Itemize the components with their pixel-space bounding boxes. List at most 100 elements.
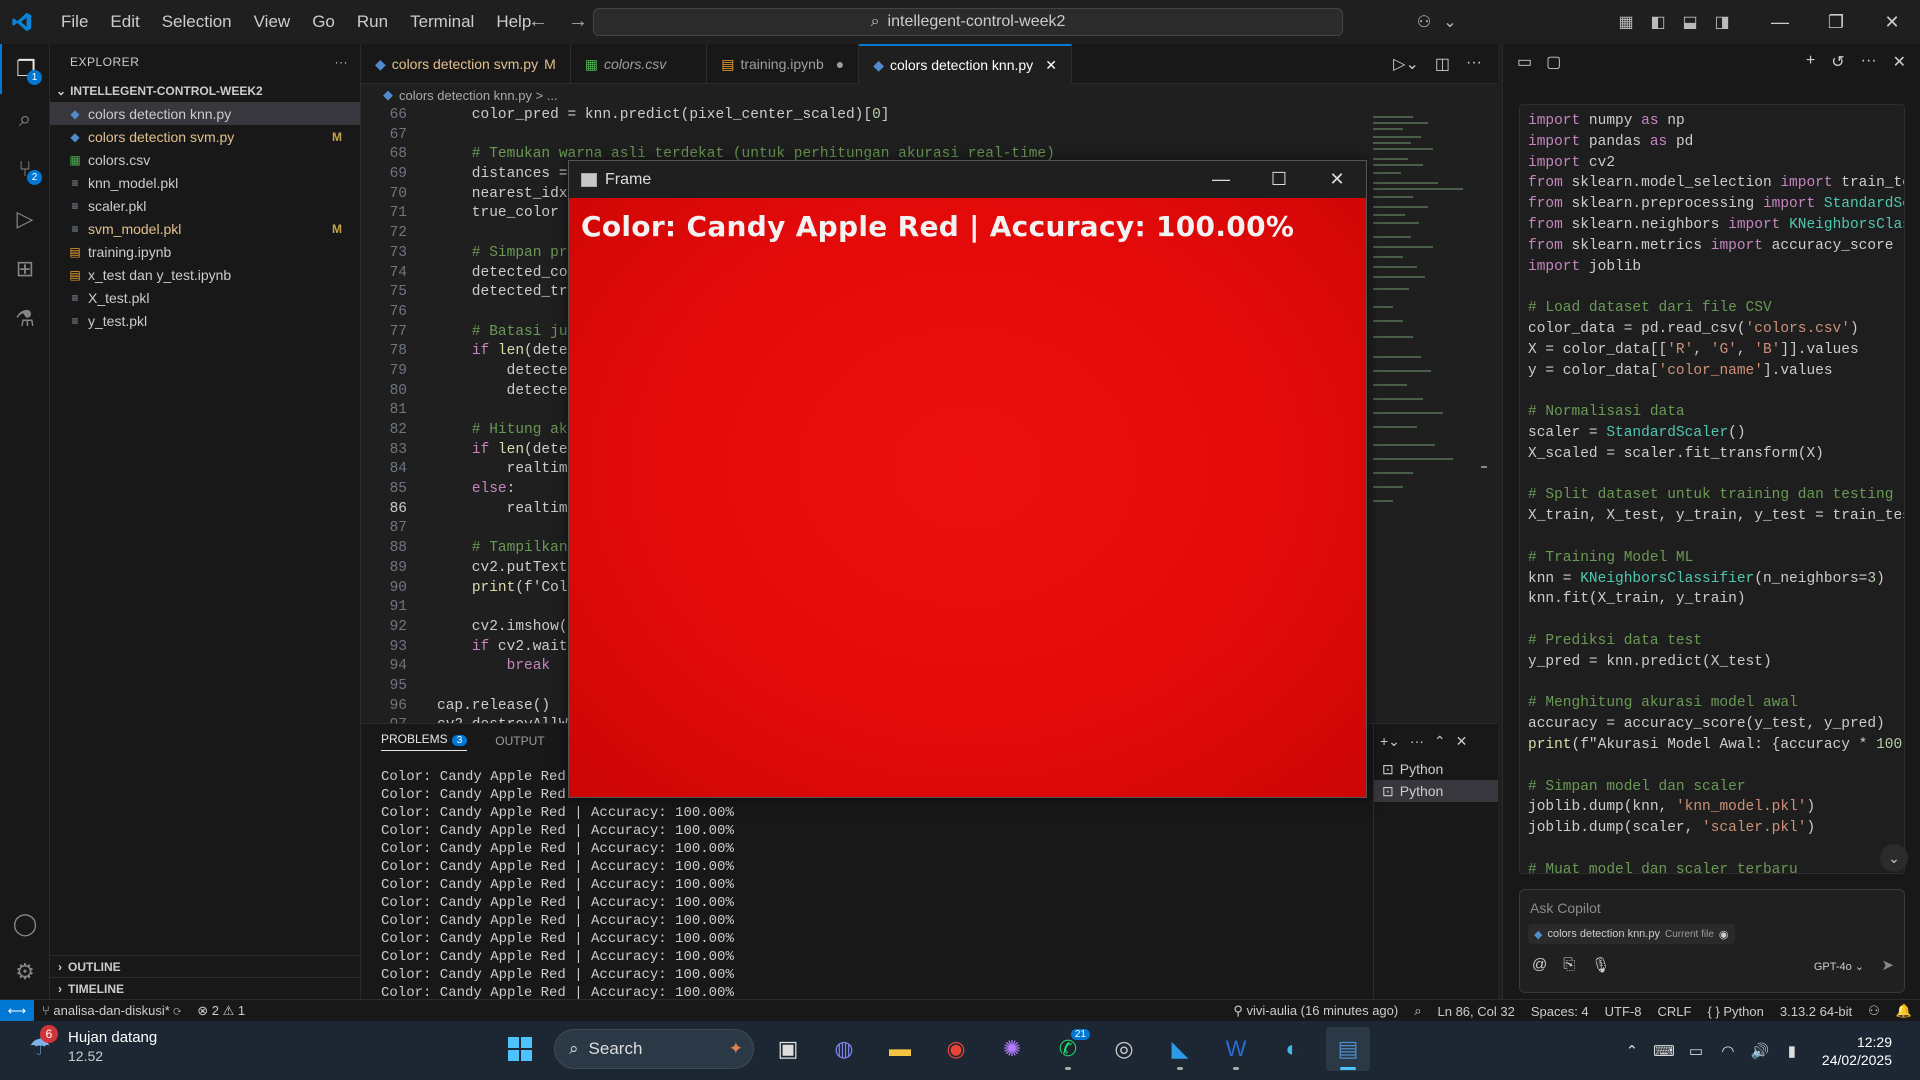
language-mode[interactable]: { } Python: [1699, 1004, 1771, 1019]
frame-titlebar[interactable]: Frame — ☐ ✕: [569, 161, 1366, 198]
frame-minimize-button[interactable]: —: [1192, 161, 1250, 198]
git-blame-item[interactable]: ⚲ vivi-aulia (16 minutes ago): [1225, 1003, 1406, 1019]
branch-item[interactable]: ⑂ analisa-dan-diskusi* ⟳: [34, 1003, 189, 1018]
end-of-line[interactable]: CRLF: [1650, 1004, 1700, 1019]
menu-terminal[interactable]: Terminal: [399, 12, 485, 32]
outline-section[interactable]: › OUTLINE: [50, 955, 361, 977]
edits-icon[interactable]: ▢: [1546, 52, 1561, 72]
new-chat-icon[interactable]: +: [1806, 52, 1815, 72]
timeline-section[interactable]: › TIMELINE: [50, 977, 361, 999]
menu-file[interactable]: File: [50, 12, 99, 32]
ask-copilot-input[interactable]: Ask Copilot ◆ colors detection knn.py Curr…: [1519, 889, 1905, 993]
vscode-taskbar-icon[interactable]: ◣: [1158, 1027, 1202, 1071]
terminal-python-1[interactable]: ⊡ Python: [1374, 758, 1498, 780]
encoding[interactable]: UTF-8: [1597, 1004, 1650, 1019]
context-file-chip[interactable]: ◆ colors detection knn.py Current file ◉: [1528, 924, 1735, 944]
send-icon[interactable]: ➤: [1881, 956, 1894, 974]
display-icon[interactable]: ▭: [1680, 1042, 1712, 1060]
explorer-icon[interactable]: ❐ 1: [0, 44, 50, 94]
maximize-panel-icon[interactable]: ⌃: [1434, 733, 1446, 750]
volume-icon[interactable]: 🔊: [1744, 1042, 1776, 1060]
split-editor-icon[interactable]: ◫: [1435, 54, 1450, 74]
copilot-app-icon[interactable]: ✺: [990, 1027, 1034, 1071]
chat-icon[interactable]: ▭: [1517, 52, 1532, 72]
word-icon[interactable]: W: [1214, 1027, 1258, 1071]
minimap[interactable]: [1361, 106, 1487, 726]
source-control-icon[interactable]: ⑂ 2: [0, 144, 50, 194]
zoom-icon[interactable]: ⌕: [1406, 1003, 1429, 1019]
wifi-icon[interactable]: ◠: [1712, 1042, 1744, 1060]
chevron-down-icon[interactable]: ⌄: [1440, 12, 1460, 32]
model-selector[interactable]: GPT-4o ⌄: [1814, 960, 1864, 973]
mention-icon[interactable]: @: [1532, 956, 1547, 974]
accounts-icon[interactable]: ◯: [0, 899, 50, 949]
notifications-icon[interactable]: 🔔: [1888, 1003, 1920, 1019]
show-hidden-icons-icon[interactable]: ⌃: [1616, 1042, 1648, 1060]
file-item[interactable]: ≡ X_test.pkl: [50, 286, 360, 309]
tab-svm[interactable]: ◆ colors detection svm.py M: [361, 44, 571, 84]
vpn-icon[interactable]: ◎: [1102, 1027, 1146, 1071]
frame-maximize-button[interactable]: ☐: [1250, 161, 1308, 198]
close-button[interactable]: ✕: [1864, 12, 1920, 33]
file-item[interactable]: ≡ y_test.pkl: [50, 309, 360, 332]
file-item[interactable]: ◆ colors detection knn.py: [50, 102, 360, 125]
cursor-position[interactable]: Ln 86, Col 32: [1430, 1004, 1523, 1019]
copilot-icon[interactable]: ⚇: [1408, 12, 1440, 32]
minimize-button[interactable]: —: [1752, 12, 1808, 33]
toggle-sidebar-icon[interactable]: ◧: [1642, 12, 1674, 32]
tab-close-icon[interactable]: ✕: [1045, 57, 1057, 74]
breadcrumb[interactable]: ◆ colors detection knn.py > ...: [361, 84, 1498, 106]
back-arrow-icon[interactable]: ←: [528, 10, 548, 33]
edge-icon[interactable]: ◐: [1270, 1027, 1314, 1071]
close-panel-icon[interactable]: ✕: [1456, 733, 1468, 750]
whatsapp-icon[interactable]: ✆ 21: [1046, 1027, 1090, 1071]
taskbar-search[interactable]: ⌕ Search ✦: [554, 1029, 754, 1069]
more-actions-icon[interactable]: ···: [335, 55, 349, 69]
testing-icon[interactable]: ⚗: [0, 294, 50, 344]
file-item[interactable]: ▦ colors.csv: [50, 148, 360, 171]
chrome-icon[interactable]: ◉: [934, 1027, 978, 1071]
close-icon[interactable]: ✕: [1893, 52, 1906, 72]
more-actions-icon[interactable]: ···: [1861, 52, 1877, 72]
python-interpreter[interactable]: 3.13.2 64-bit: [1772, 1004, 1860, 1019]
tab-colors-csv[interactable]: ▦ colors.csv: [571, 44, 708, 84]
file-item[interactable]: ≡ knn_model.pkl: [50, 171, 360, 194]
frame-close-button[interactable]: ✕: [1308, 161, 1366, 198]
attach-icon[interactable]: ⎘: [1563, 956, 1575, 974]
copilot-code-block[interactable]: import numpy as np import pandas as pd imp…: [1519, 104, 1905, 874]
microphone-icon[interactable]: 🎙: [1591, 956, 1610, 974]
indentation[interactable]: Spaces: 4: [1523, 1004, 1597, 1019]
eye-icon[interactable]: ◉: [1719, 928, 1729, 941]
extensions-icon[interactable]: ⊞: [0, 244, 50, 294]
file-item[interactable]: ≡ scaler.pkl: [50, 194, 360, 217]
more-actions-icon[interactable]: ···: [1410, 733, 1424, 749]
battery-icon[interactable]: ▮: [1776, 1042, 1808, 1060]
tab-knn[interactable]: ◆ colors detection knn.py ✕: [859, 44, 1072, 84]
file-item[interactable]: ▤ training.ipynb: [50, 240, 360, 263]
command-center-search[interactable]: ⌕ intellegent-control-week2: [593, 8, 1343, 36]
file-item[interactable]: ◆ colors detection svm.py M: [50, 125, 360, 148]
toggle-panel-icon[interactable]: ⬓: [1674, 12, 1706, 32]
tab-problems[interactable]: PROBLEMS 3: [381, 732, 468, 751]
code-line[interactable]: 67: [361, 126, 1361, 146]
copilot-status-icon[interactable]: ⚇: [1860, 1003, 1888, 1019]
more-actions-icon[interactable]: ···: [1466, 54, 1482, 74]
tab-output[interactable]: OUTPUT: [495, 734, 544, 748]
run-icon[interactable]: ▷⌄: [1393, 54, 1419, 74]
terminal-python-2[interactable]: ⊡ Python: [1374, 780, 1498, 802]
teams-icon[interactable]: ◍: [822, 1027, 866, 1071]
file-explorer-icon[interactable]: ▬: [878, 1027, 922, 1071]
remote-icon[interactable]: ⟷: [0, 999, 34, 1022]
menu-view[interactable]: View: [243, 12, 302, 32]
file-item[interactable]: ▤ x_test dan y_test.ipynb: [50, 263, 360, 286]
toggle-secondary-sidebar-icon[interactable]: ◨: [1706, 12, 1738, 32]
history-icon[interactable]: ↺: [1831, 52, 1844, 72]
settings-gear-icon[interactable]: ⚙: [0, 947, 50, 997]
forward-arrow-icon[interactable]: →: [568, 10, 588, 33]
clock[interactable]: 12:29 24/02/2025: [1808, 1033, 1920, 1069]
keyboard-icon[interactable]: ⌨: [1648, 1042, 1680, 1060]
maximize-button[interactable]: ❐: [1808, 12, 1864, 33]
problems-item[interactable]: ⊗ 2 ⚠ 1: [189, 1003, 253, 1019]
search-icon[interactable]: ⌕: [0, 94, 50, 144]
terminal-output[interactable]: Color: Candy Apple Red Color: Candy Apple…: [381, 768, 1161, 1002]
